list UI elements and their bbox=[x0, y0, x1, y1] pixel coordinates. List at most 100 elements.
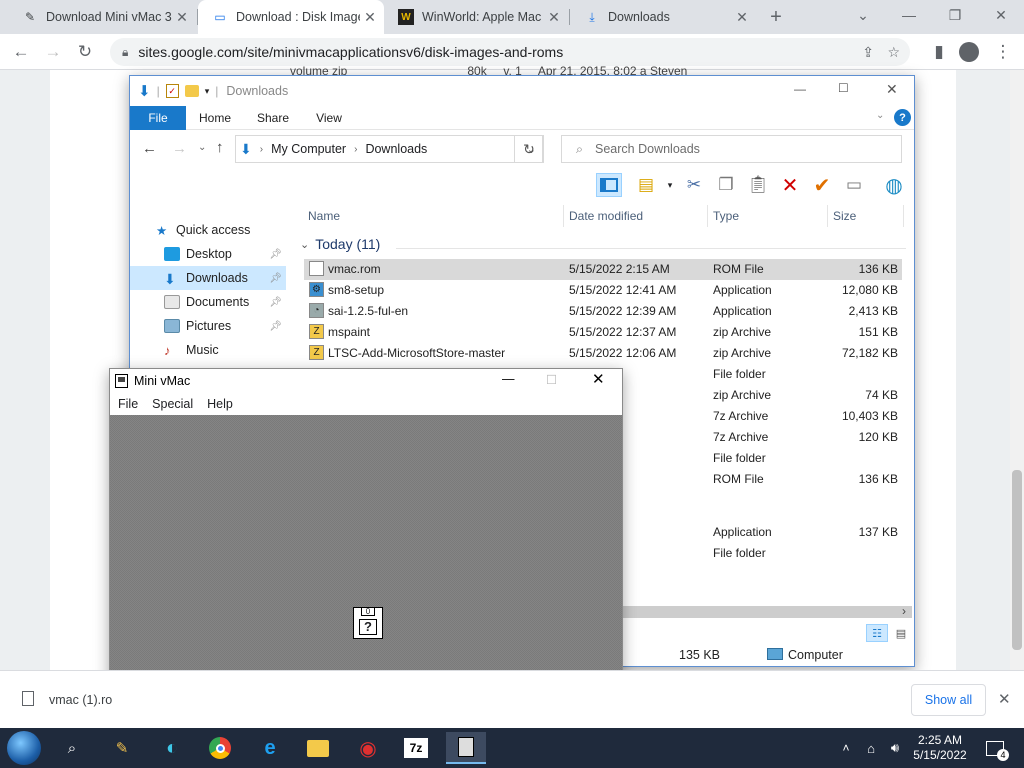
delete-icon[interactable]: ✕ bbox=[777, 173, 803, 197]
media-app-icon[interactable]: ◉ bbox=[348, 732, 388, 764]
minivmac-title-bar[interactable]: Mini vMac — ☐ ✕ bbox=[110, 369, 622, 393]
new-tab-button[interactable]: + bbox=[762, 4, 790, 30]
cut-icon[interactable]: ✂ bbox=[681, 173, 707, 197]
restore-icon[interactable]: ❐ bbox=[932, 0, 978, 30]
nav-item-music[interactable]: ♪ Music bbox=[130, 338, 286, 362]
back-arrow-icon[interactable]: ← bbox=[6, 34, 36, 70]
nav-item-quick-access[interactable]: ★ Quick access bbox=[130, 218, 286, 242]
copy-icon[interactable]: ❐ bbox=[713, 173, 739, 197]
maximize-icon[interactable]: ☐ bbox=[546, 372, 557, 387]
action-center-icon[interactable]: 4 bbox=[980, 732, 1010, 764]
menu-special[interactable]: Special bbox=[152, 397, 193, 411]
address-breadcrumb[interactable]: ⬇ › My Computer › Downloads ⌄ bbox=[235, 135, 543, 163]
close-window-icon[interactable]: ✕ bbox=[592, 370, 605, 388]
nav-item-documents[interactable]: Documents 📌︎ bbox=[130, 290, 286, 314]
back-arrow-icon[interactable]: ← bbox=[142, 140, 157, 157]
details-view-icon[interactable]: ☷ bbox=[866, 624, 888, 642]
start-orb-icon[interactable] bbox=[4, 731, 44, 765]
minimize-icon[interactable]: — bbox=[502, 372, 515, 386]
stylus-app-icon[interactable]: ✎ bbox=[102, 732, 142, 764]
volume-icon[interactable]: 🔊︎ bbox=[884, 732, 906, 764]
nav-item-pictures[interactable]: Pictures 📌︎ bbox=[130, 314, 286, 338]
chrome-icon[interactable] bbox=[200, 732, 240, 764]
side-panel-icon[interactable]: ▮ bbox=[924, 34, 954, 70]
close-download-bar-icon[interactable]: ✕ bbox=[998, 690, 1011, 708]
file-row[interactable]: Z LTSC-Add-MicrosoftStore-master 5/15/2022… bbox=[304, 343, 902, 364]
breadcrumb-my-computer[interactable]: My Computer bbox=[271, 142, 346, 156]
recent-locations-icon[interactable]: ⌄ bbox=[198, 142, 206, 153]
column-header-size[interactable]: Size bbox=[828, 205, 904, 227]
tab-search-icon[interactable]: ⌄ bbox=[840, 0, 886, 30]
scroll-thumb[interactable] bbox=[1012, 470, 1022, 650]
ribbon-tab-file[interactable]: File bbox=[130, 106, 186, 130]
horizontal-scrollbar[interactable] bbox=[600, 606, 912, 618]
large-icons-view-icon[interactable]: ▤ bbox=[890, 624, 912, 642]
address-bar[interactable]: 🔒︎ sites.google.com/site/minivmacapplica… bbox=[110, 38, 910, 66]
new-folder-icon[interactable] bbox=[184, 85, 199, 97]
properties-icon[interactable]: ✓ bbox=[165, 84, 179, 98]
column-header-date-modified[interactable]: Date modified bbox=[564, 205, 708, 227]
new-item-icon[interactable]: ▤ bbox=[633, 173, 659, 197]
close-tab-icon[interactable]: ✕ bbox=[360, 9, 380, 26]
close-tab-icon[interactable]: ✕ bbox=[732, 9, 752, 26]
up-arrow-icon[interactable]: ↑ bbox=[216, 139, 224, 156]
explorer-title-bar[interactable]: ⬇ | ✓ ▾ | Downloads — ☐ ✕ bbox=[130, 76, 914, 106]
minivmac-taskbar-icon[interactable] bbox=[446, 732, 486, 764]
search-downloads-input[interactable]: ⌕ Search Downloads bbox=[561, 135, 902, 163]
paste-icon[interactable]: 📋︎ bbox=[745, 173, 771, 197]
network-icon[interactable]: ⌂ bbox=[860, 732, 882, 764]
tab-winworld[interactable]: W WinWorld: Apple Mac ✕ bbox=[384, 0, 568, 34]
close-window-icon[interactable]: ✕ bbox=[886, 81, 898, 98]
folder-icon[interactable] bbox=[298, 732, 338, 764]
breadcrumb-downloads[interactable]: Downloads bbox=[365, 142, 427, 156]
dropdown-icon[interactable]: ▾ bbox=[657, 173, 683, 197]
close-window-icon[interactable]: ✕ bbox=[978, 0, 1024, 30]
tab-downloads[interactable]: ⤓ Downloads ✕ bbox=[570, 0, 756, 34]
chrome-menu-icon[interactable]: ⋮ bbox=[988, 34, 1018, 70]
tab-disk-images[interactable]: ▭ Download : Disk Image ✕ bbox=[198, 0, 384, 34]
nav-item-desktop[interactable]: Desktop 📌︎ bbox=[130, 242, 286, 266]
ribbon-tab-share[interactable]: Share bbox=[248, 106, 298, 130]
7zip-icon[interactable]: 7z bbox=[396, 732, 436, 764]
column-header-type[interactable]: Type bbox=[708, 205, 828, 227]
clock[interactable]: 2:25 AM 5/15/2022 bbox=[908, 733, 972, 763]
minimize-icon[interactable]: — bbox=[794, 82, 806, 96]
menu-file[interactable]: File bbox=[118, 397, 138, 411]
profile-avatar-icon[interactable] bbox=[954, 34, 984, 70]
column-header-name[interactable]: Name bbox=[303, 205, 564, 227]
properties-icon[interactable]: ▭ bbox=[841, 173, 867, 197]
ribbon-expand-icon[interactable]: ⌄ bbox=[876, 110, 884, 121]
reload-icon[interactable]: ↻ bbox=[70, 34, 100, 70]
share-icon[interactable]: ⇪ bbox=[862, 44, 874, 61]
scroll-right-icon[interactable]: › bbox=[902, 604, 906, 618]
group-header-today[interactable]: ⌄ Today (11) bbox=[300, 236, 380, 252]
tab-mini-vmac-download[interactable]: ✎ Download Mini vMac 3 ✕ bbox=[8, 0, 196, 34]
maximize-icon[interactable]: ☐ bbox=[838, 81, 849, 95]
pin-icon[interactable]: 📌︎ bbox=[269, 249, 282, 260]
preview-pane-icon[interactable] bbox=[596, 173, 622, 197]
pin-icon[interactable]: 📌︎ bbox=[269, 273, 282, 284]
show-hidden-icons-icon[interactable]: ˄ bbox=[836, 732, 856, 764]
menu-help[interactable]: Help bbox=[207, 397, 233, 411]
search-icon[interactable]: ⌕ bbox=[52, 732, 92, 764]
help-icon[interactable]: ? bbox=[894, 109, 911, 126]
forward-arrow-icon[interactable]: → bbox=[38, 34, 68, 70]
minimize-icon[interactable]: — bbox=[886, 0, 932, 30]
qat-dropdown-icon[interactable]: ▾ bbox=[205, 86, 210, 97]
close-tab-icon[interactable]: ✕ bbox=[544, 9, 564, 26]
download-item-filename[interactable]: vmac (1).ro bbox=[49, 693, 112, 707]
show-all-button[interactable]: Show all bbox=[911, 684, 986, 716]
file-row[interactable]: Zmspaint 5/15/2022 12:37 AM zip Archive 151… bbox=[304, 322, 902, 343]
pin-icon[interactable]: 📌︎ bbox=[269, 321, 282, 332]
bookmark-star-icon[interactable]: ☆ bbox=[887, 44, 900, 61]
file-row[interactable]: vmac.rom 5/15/2022 2:15 AM ROM File 136 KB bbox=[304, 259, 902, 280]
globe-icon[interactable]: ◍ bbox=[881, 173, 907, 197]
close-tab-icon[interactable]: ✕ bbox=[172, 9, 192, 26]
ribbon-tab-view[interactable]: View bbox=[306, 106, 352, 130]
file-row[interactable]: ⚙ sm8-setup 5/15/2022 12:41 AM Application 1… bbox=[304, 280, 902, 301]
ribbon-tab-home[interactable]: Home bbox=[190, 106, 240, 130]
refresh-icon[interactable]: ↻ bbox=[514, 135, 544, 163]
page-scrollbar[interactable] bbox=[1010, 70, 1024, 670]
pin-icon[interactable]: 📌︎ bbox=[269, 297, 282, 308]
rename-icon[interactable]: ✔ bbox=[809, 173, 835, 197]
